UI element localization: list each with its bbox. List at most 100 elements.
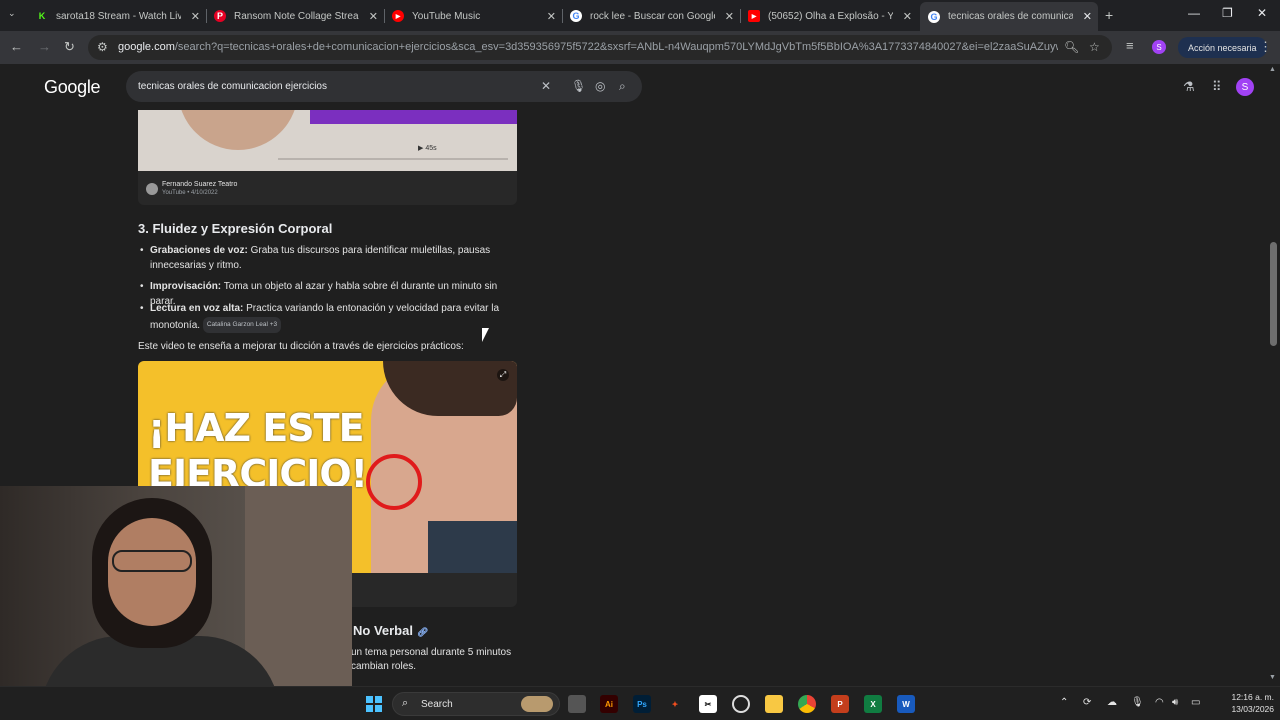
taskbar-clock[interactable]: 12:16 a. m. 13/03/2026	[1212, 691, 1274, 715]
forward-icon[interactable]: →	[38, 39, 51, 54]
progress-bar	[278, 158, 508, 160]
microphone-tray-icon[interactable]: 🎙︎	[1131, 697, 1144, 708]
tab-kick[interactable]: K sarota18 Stream - Watch Live o ✕	[36, 4, 206, 28]
search-icon: ⌕	[402, 697, 409, 709]
word-icon[interactable]: W	[897, 695, 915, 713]
list-item: Grabaciones de voz: Graba tus discursos …	[140, 244, 520, 273]
video-duration: ▶ 45s	[418, 145, 437, 152]
scroll-down-icon[interactable]: ▼	[1269, 674, 1276, 681]
clock-time: 12:16 a. m.	[1231, 692, 1274, 702]
tray-overflow-icon[interactable]: ⌃	[1060, 697, 1068, 708]
browser-menu-icon[interactable]: ⋮	[1259, 39, 1272, 55]
url-text[interactable]: google.com/search?q=tecnicas+orales+de+c…	[118, 41, 1058, 53]
section-heading-4: No Verbal 🔗︎	[353, 623, 428, 638]
site-settings-icon[interactable]: ⚙	[97, 40, 108, 54]
illustrator-icon[interactable]: Ai	[600, 695, 618, 713]
photoshop-icon[interactable]: Ps	[633, 695, 651, 713]
search-input[interactable]: tecnicas orales de comunicacion ejercici…	[138, 81, 327, 92]
tab-title: (50652) Olha a Explosão - YouT	[768, 10, 893, 22]
section4-text-line1: un tema personal durante 5 minutos	[351, 647, 512, 658]
scroll-up-icon[interactable]: ▲	[1269, 66, 1276, 73]
zoom-icon[interactable]: 🔍︎	[1064, 40, 1079, 54]
video-intro-text: Este video te enseña a mejorar tu dicció…	[138, 341, 464, 352]
browser-toolbar: ← → ↻ ⚙ google.com/search?q=tecnicas+ora…	[0, 31, 1280, 64]
clear-icon[interactable]: ✕	[541, 79, 551, 93]
new-tab-button[interactable]: +	[1105, 7, 1113, 23]
taskbar-search[interactable]: ⌕ Search	[392, 692, 560, 716]
section4-text-line2: cambian roles.	[351, 661, 417, 672]
chrome-icon[interactable]	[798, 695, 816, 713]
tab-youtube[interactable]: ▶ (50652) Olha a Explosão - YouT ✕	[748, 4, 918, 28]
close-icon[interactable]: ✕	[725, 10, 734, 23]
search-box[interactable]: tecnicas orales de comunicacion ejercici…	[126, 71, 642, 102]
scrollbar-thumb[interactable]	[1270, 242, 1277, 346]
search-icon[interactable]: ⌕	[619, 79, 626, 94]
tab-strip: ⌄ K sarota18 Stream - Watch Live o ✕ P R…	[0, 0, 1280, 31]
tab-rock-lee[interactable]: G rock lee - Buscar con Google ✕	[570, 4, 740, 28]
close-icon[interactable]: ✕	[547, 10, 556, 23]
windows-taskbar: ⌕ Search Ai Ps ✦ ✂ P X W ⌃ ⟳ ☁ 🎙︎ ◠ 🔊︎ ▭…	[0, 686, 1280, 720]
tab-pinterest[interactable]: P Ransom Note Collage Stream C ✕	[214, 4, 384, 28]
powerpoint-icon[interactable]: P	[831, 695, 849, 713]
address-bar[interactable]: ⚙ google.com/search?q=tecnicas+orales+de…	[88, 35, 1112, 60]
list-item: Lectura en voz alta: Practica variando l…	[140, 302, 510, 333]
face-image	[178, 110, 298, 150]
back-icon[interactable]: ←	[10, 39, 23, 54]
lens-icon[interactable]: ◎	[595, 79, 605, 93]
window-close-icon[interactable]: ✕	[1257, 6, 1267, 20]
kick-icon: K	[38, 11, 46, 21]
google-account-avatar[interactable]: S	[1236, 78, 1254, 96]
close-icon[interactable]: ✕	[1083, 10, 1092, 23]
tab-tecnicas-orales[interactable]: G tecnicas orales de comunicacio ✕	[920, 2, 1098, 31]
labs-icon[interactable]: ⚗	[1183, 79, 1195, 95]
reload-icon[interactable]: ↻	[64, 39, 75, 55]
windows-start-icon[interactable]	[365, 695, 383, 713]
taskbar-search-label: Search	[421, 699, 453, 710]
tab-search-button[interactable]: ⌄	[8, 8, 16, 19]
section-heading: 3. Fluidez y Expresión Corporal	[138, 221, 333, 236]
battery-icon[interactable]: ▭	[1191, 697, 1200, 708]
tab-title: rock lee - Buscar con Google	[590, 10, 715, 22]
sync-icon[interactable]: ⟳	[1083, 697, 1091, 708]
citation-chip[interactable]: Catalina Garzon Leal +3	[202, 316, 282, 333]
tab-youtube-music[interactable]: ▶ YouTube Music ✕	[392, 4, 562, 28]
close-icon[interactable]: ✕	[903, 10, 912, 23]
page-scrollbar[interactable]: ▲ ▼	[1266, 64, 1280, 686]
thumb-line-1: ¡HAZ ESTE	[148, 406, 365, 450]
cloud-icon[interactable]: ☁	[1107, 697, 1117, 708]
volume-icon[interactable]: 🔊︎	[1172, 697, 1178, 708]
obs-icon[interactable]	[732, 695, 750, 713]
close-icon[interactable]: ✕	[369, 10, 378, 23]
profile-avatar[interactable]: S	[1152, 40, 1166, 54]
tab-title: YouTube Music	[412, 10, 481, 22]
search-highlight-icon	[521, 696, 553, 712]
apps-grid-icon[interactable]: ⠿	[1212, 79, 1222, 95]
pinterest-icon: P	[214, 10, 226, 22]
figma-icon[interactable]: ✦	[666, 695, 684, 713]
excel-icon[interactable]: X	[864, 695, 882, 713]
expand-icon[interactable]: ⤢	[497, 369, 509, 381]
bookmark-star-icon[interactable]: ☆	[1089, 40, 1100, 54]
minimize-icon[interactable]: —	[1188, 6, 1200, 20]
person-face	[108, 518, 196, 626]
task-view-icon[interactable]	[568, 695, 586, 713]
google-icon: G	[570, 10, 582, 22]
video-author: Fernando Suarez Teatro	[162, 181, 238, 188]
video-thumbnail-1[interactable]: ▶ 45s	[138, 110, 517, 171]
file-explorer-icon[interactable]	[765, 695, 783, 713]
youtube-music-icon: ▶	[392, 10, 404, 22]
close-icon[interactable]: ✕	[191, 10, 200, 23]
microphone-icon[interactable]: 🎙︎	[571, 79, 586, 93]
google-logo[interactable]: Google	[44, 77, 101, 98]
action-required-button[interactable]: Acción necesaria	[1178, 37, 1267, 58]
video-meta-1[interactable]: Fernando Suarez Teatro YouTube • 4/10/20…	[138, 171, 517, 205]
restore-icon[interactable]: ❐	[1222, 6, 1233, 20]
link-icon[interactable]: 🔗︎	[417, 627, 428, 637]
capcut-icon[interactable]: ✂	[699, 695, 717, 713]
tab-title: Ransom Note Collage Stream C	[234, 10, 359, 22]
glasses-shape	[112, 550, 192, 572]
video-source: YouTube • 4/10/2022	[162, 190, 218, 196]
wifi-icon[interactable]: ◠	[1155, 697, 1164, 708]
media-controls-icon[interactable]: ≡	[1126, 38, 1134, 53]
highlight-circle	[366, 454, 422, 510]
